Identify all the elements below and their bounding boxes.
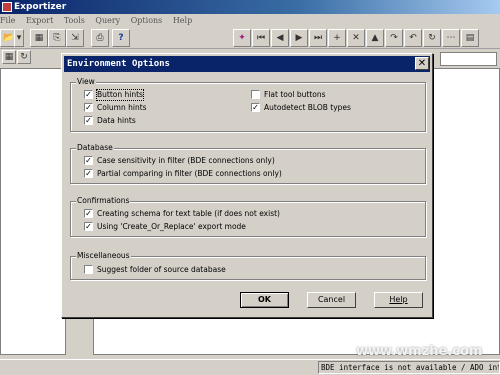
data-hints-label: Data hints [97,116,136,125]
creating-schema-checkbox[interactable]: ✓ [84,209,93,218]
close-icon[interactable]: ✕ [415,57,429,70]
creating-schema-label: Creating schema for text table (if does … [97,209,280,218]
flat-tool-buttons-label: Flat tool buttons [264,90,326,99]
menu-query[interactable]: Query [95,14,120,27]
grid-icon[interactable]: ▦ [30,29,48,47]
confirmations-group: Confirmations ✓ Creating schema for text… [70,196,426,237]
first-icon[interactable]: ⏮ [252,29,270,47]
prior-icon[interactable]: ◀ [271,29,289,47]
database-group-label: Database [76,143,114,152]
help-button[interactable]: Help [374,292,423,308]
tree-icon[interactable]: ▦ [2,50,16,64]
database-group: Database ✓ Case sensitivity in filter (B… [70,143,426,184]
create-or-replace-label: Using 'Create_Or_Replace' export mode [97,222,246,231]
miscellaneous-group-label: Miscellaneous [76,251,131,260]
cancel-button[interactable]: Cancel [307,292,356,308]
create-or-replace-checkbox[interactable]: ✓ [84,222,93,231]
miscellaneous-group: Miscellaneous Suggest folder of source d… [70,251,426,280]
cancel-icon[interactable]: ↷ [385,29,403,47]
app-icon [2,2,12,12]
delete-icon[interactable]: ✕ [347,29,365,47]
insert-icon[interactable]: + [328,29,346,47]
menu-help[interactable]: Help [173,14,192,27]
table-selector[interactable] [440,52,497,66]
app-title: Exportizer [14,2,67,12]
print-icon[interactable]: ⎙ [91,29,109,47]
copy-icon[interactable]: ⎘ [48,29,66,47]
menu-bar: File Export Tools Query Options Help [0,14,500,27]
refresh-tree-icon[interactable]: ↻ [17,50,31,64]
status-message: BDE interface is not available / ADO int [318,361,500,374]
case-sensitivity-label: Case sensitivity in filter (BDE connecti… [97,156,275,165]
button-hints-label: Button hints [96,89,144,101]
partial-comparing-checkbox[interactable]: ✓ [84,169,93,178]
dropdown-icon[interactable]: ▾ [14,29,24,47]
help-icon[interactable]: ? [112,29,130,47]
confirmations-group-label: Confirmations [76,196,131,205]
case-sensitivity-checkbox[interactable]: ✓ [84,156,93,165]
menu-file[interactable]: File [0,14,15,27]
autodetect-blob-label: Autodetect BLOB types [264,103,351,112]
dialog-title: Environment Options [64,56,430,72]
suggest-folder-checkbox[interactable] [84,265,93,274]
next-icon[interactable]: ▶ [290,29,308,47]
main-toolbar: 📂 ▾ ▦ ⎘ ⇲ ⎙ ? ✦ ⏮ ◀ ▶ ⏭ + ✕ ▲ ↷ ↶ ↻ ⋯ ▤ [0,27,500,49]
column-hints-checkbox[interactable]: ✓ [84,103,93,112]
refresh-icon[interactable]: ↻ [423,29,441,47]
last-icon[interactable]: ⏭ [309,29,327,47]
watermark: www.wmzhe.com [356,344,483,359]
data-hints-checkbox[interactable]: ✓ [84,116,93,125]
autodetect-blob-checkbox[interactable]: ✓ [251,103,260,112]
up-icon[interactable]: ▲ [366,29,384,47]
menu-export[interactable]: Export [26,14,53,27]
environment-options-dialog: Environment Options ✕ View ✓ Button hint… [61,53,433,318]
column-hints-label: Column hints [97,103,147,112]
more-icon[interactable]: ⋯ [442,29,460,47]
source-tree-pane[interactable] [0,68,66,355]
view-group: View ✓ Button hints ✓ Column hints ✓ Dat… [70,77,426,132]
extra-icon[interactable]: ▤ [461,29,479,47]
ok-button[interactable]: OK [240,292,289,308]
view-group-label: View [76,77,96,86]
connect-icon[interactable]: ✦ [233,29,251,47]
partial-comparing-label: Partial comparing in filter (BDE connect… [97,169,282,178]
menu-tools[interactable]: Tools [64,14,85,27]
button-hints-checkbox[interactable]: ✓ [84,90,93,99]
menu-options[interactable]: Options [131,14,163,27]
flat-tool-buttons-checkbox[interactable] [251,90,260,99]
export-icon[interactable]: ⇲ [66,29,84,47]
suggest-folder-label: Suggest folder of source database [97,265,226,274]
undo-icon[interactable]: ↶ [404,29,422,47]
app-title-bar: Exportizer [0,0,500,14]
